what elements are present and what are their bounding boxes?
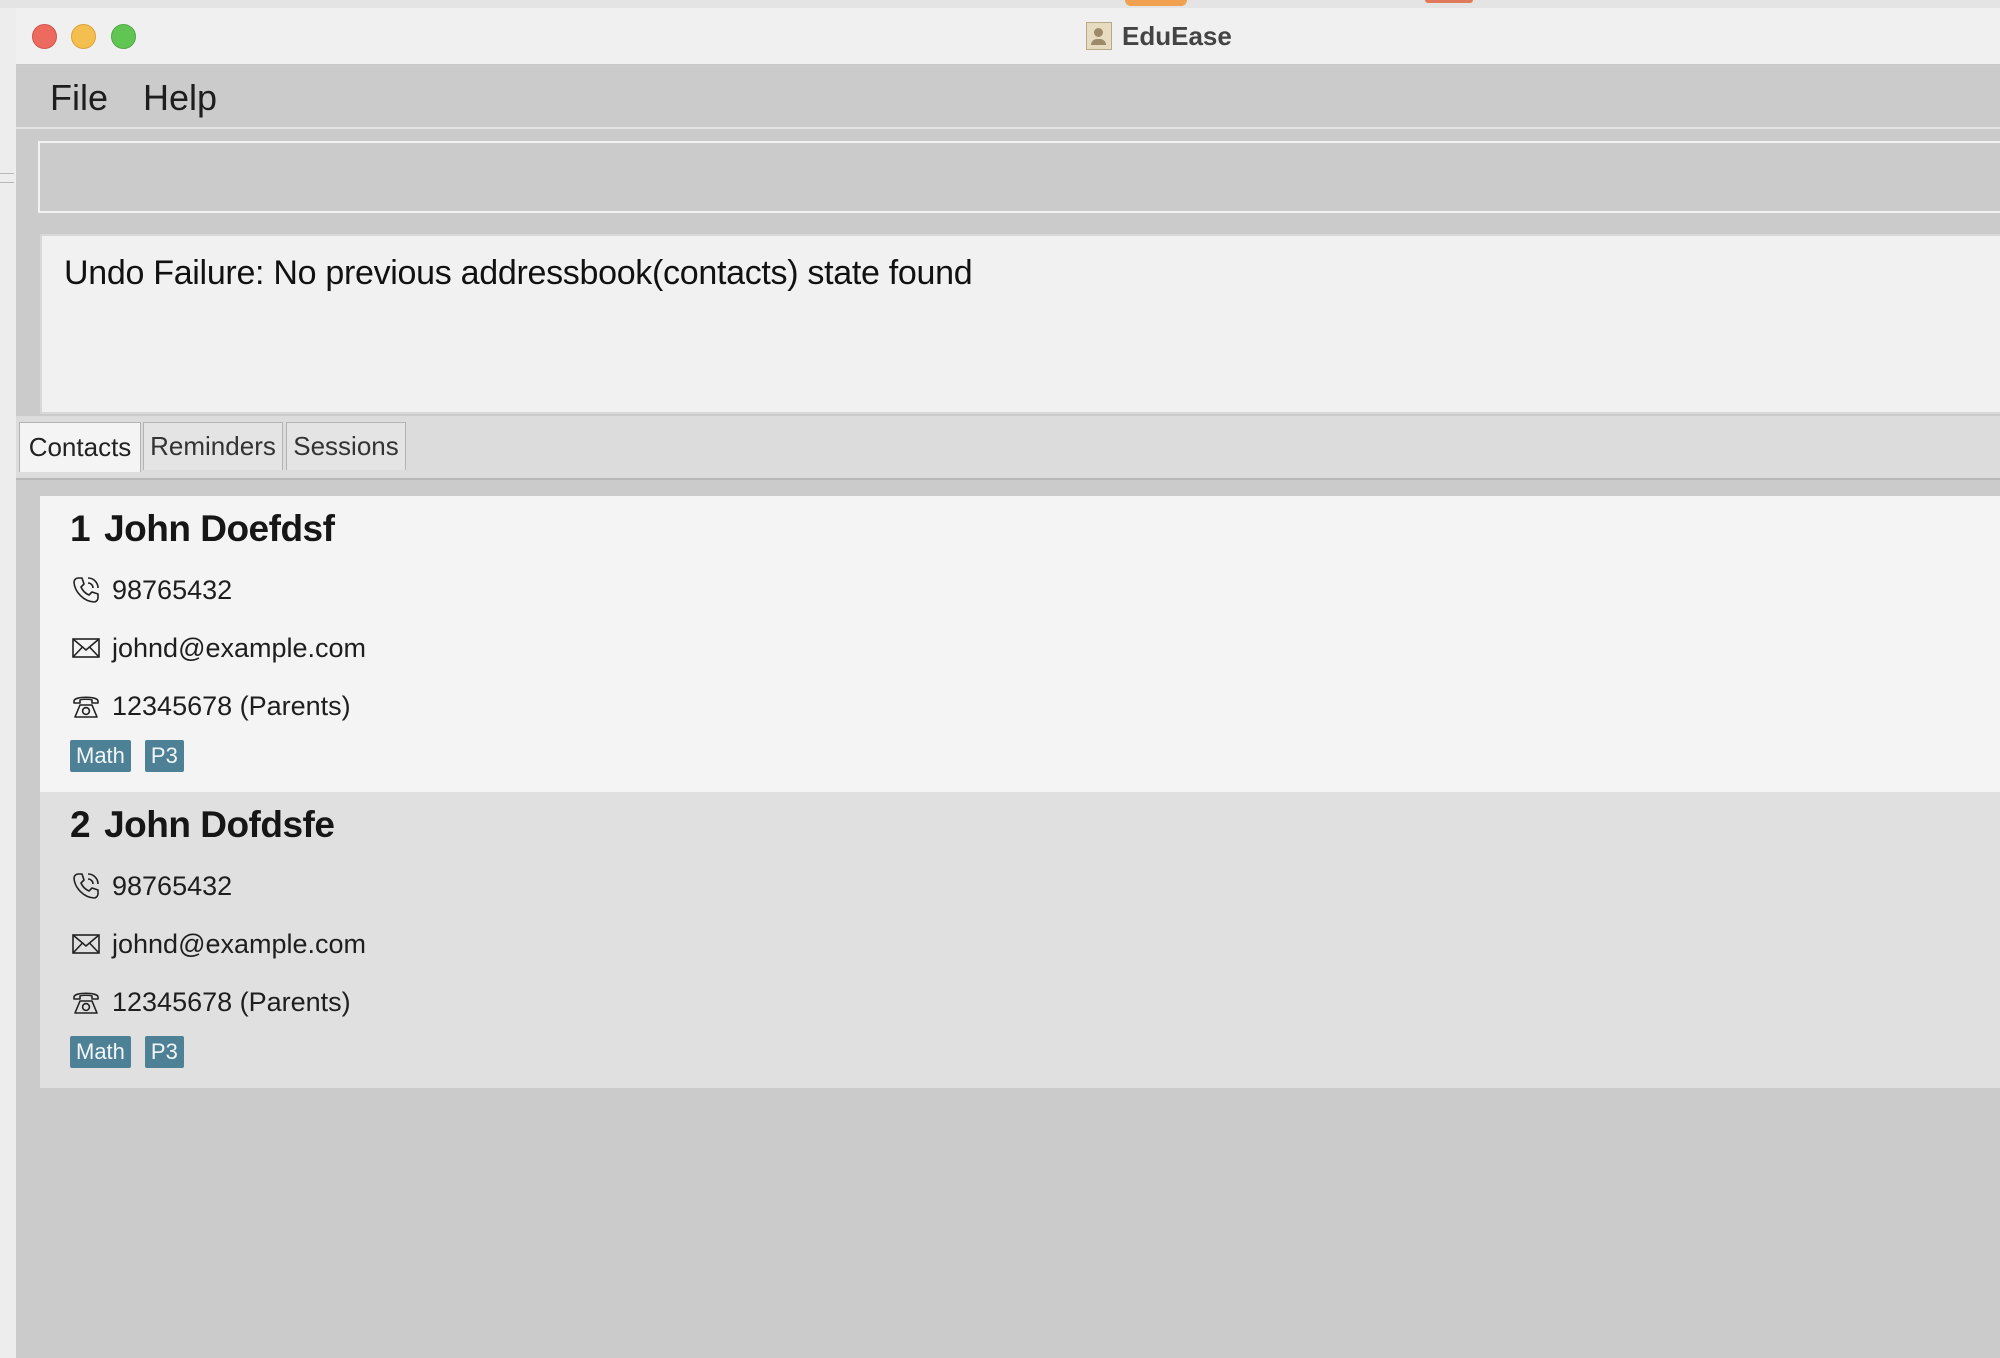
envelope-icon: [72, 638, 100, 658]
envelope-icon: [72, 934, 100, 954]
contact-phone: 98765432: [112, 574, 233, 605]
command-box: [38, 141, 2000, 213]
contact-index: 1: [70, 508, 91, 549]
telephone-icon: [73, 696, 99, 718]
tag-badge: Math: [70, 740, 131, 772]
menu-file[interactable]: File: [50, 77, 108, 119]
tag-badge: Math: [70, 1036, 131, 1068]
tab-sessions[interactable]: Sessions: [286, 422, 406, 470]
window-title-group: EduEase: [1086, 20, 1232, 52]
background-window-edge: [0, 8, 17, 1358]
contact-name-row: 2 John Dofdsfe: [70, 804, 335, 846]
command-input[interactable]: [40, 143, 2000, 211]
contact-card[interactable]: 2 John Dofdsfe 98765432 johnd@example.com: [40, 792, 2000, 1088]
contact-tags: Math P3: [70, 740, 184, 772]
tab-bar: Contacts Reminders Sessions: [16, 416, 2000, 480]
tab-reminders[interactable]: Reminders: [143, 422, 283, 470]
result-message: Undo Failure: No previous addressbook(co…: [64, 254, 973, 292]
contact-parent-phone-row: 12345678 (Parents): [70, 686, 351, 726]
desktop-indicator: [1125, 0, 1187, 6]
contact-phone-row: 98765432: [70, 570, 232, 610]
contact-name: John Doefdsf: [104, 508, 335, 549]
contact-email: johnd@example.com: [112, 928, 367, 959]
desktop-indicator: [1425, 0, 1473, 3]
maximize-window-button[interactable]: [111, 24, 136, 49]
close-window-button[interactable]: [32, 24, 57, 49]
contact-email-row: johnd@example.com: [70, 924, 366, 964]
tag-badge: P3: [144, 1036, 184, 1068]
menu-bar: File Help: [16, 65, 2000, 129]
tag-badge: P3: [144, 740, 184, 772]
telephone-icon: [73, 992, 99, 1014]
minimize-window-button[interactable]: [71, 24, 96, 49]
contact-parent-phone: 12345678 (Parents): [112, 690, 351, 721]
contact-tags: Math P3: [70, 1036, 184, 1068]
contact-email-row: johnd@example.com: [70, 628, 366, 668]
menu-help[interactable]: Help: [143, 77, 217, 119]
title-bar: EduEase: [16, 8, 2000, 65]
contact-index: 2: [70, 804, 91, 845]
contact-parent-phone: 12345678 (Parents): [112, 986, 351, 1017]
phone-icon: [73, 873, 99, 899]
contact-list: 1 John Doefdsf 98765432 johnd@example.com: [40, 496, 2000, 1088]
contact-name: John Dofdsfe: [104, 804, 335, 845]
window-title: EduEase: [1122, 20, 1232, 51]
app-icon: [1086, 22, 1112, 50]
tab-contacts[interactable]: Contacts: [19, 422, 141, 472]
contact-phone: 98765432: [112, 870, 233, 901]
contact-email: johnd@example.com: [112, 632, 367, 663]
contact-card[interactable]: 1 John Doefdsf 98765432 johnd@example.com: [40, 496, 2000, 792]
app-window: EduEase File Help Undo Failure: No previ…: [16, 8, 2000, 1358]
result-display: Undo Failure: No previous addressbook(co…: [40, 234, 2000, 414]
contact-parent-phone-row: 12345678 (Parents): [70, 982, 351, 1022]
phone-icon: [73, 577, 99, 603]
background-window-mark: [0, 173, 14, 183]
contact-name-row: 1 John Doefdsf: [70, 508, 335, 550]
contact-phone-row: 98765432: [70, 866, 232, 906]
